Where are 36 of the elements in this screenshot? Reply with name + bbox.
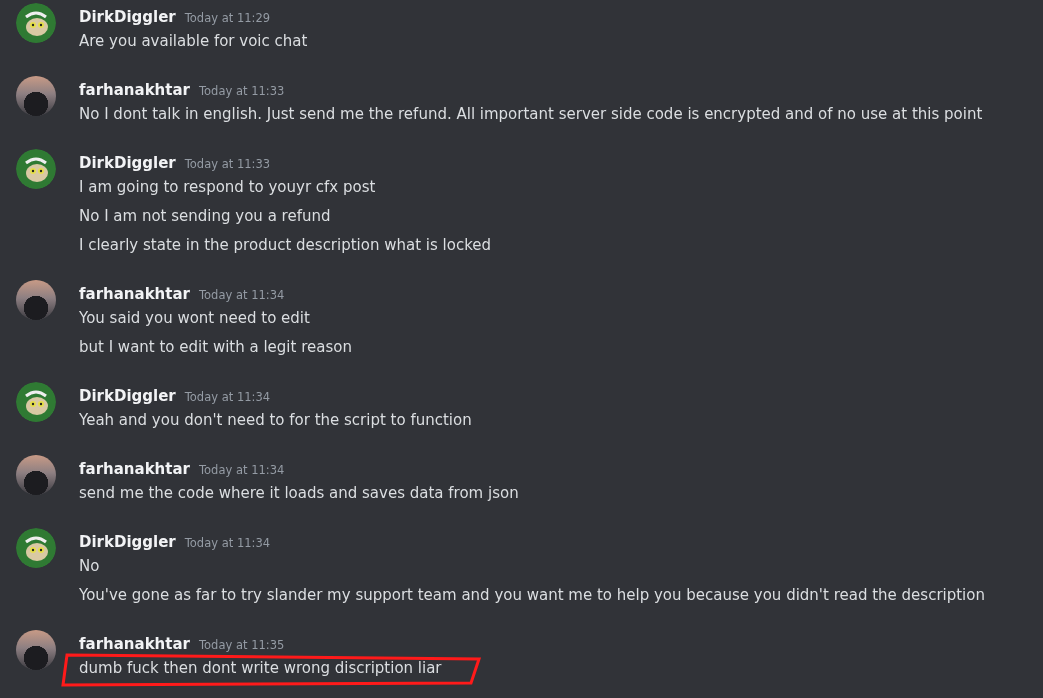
message-text: No I dont talk in english. Just send me the refund. All important server side code is encrypted and of no use at this point — [79, 105, 983, 123]
message-text: Yeah and you don't need to for the script to function — [79, 411, 472, 429]
timestamp: Today at 11:34 — [184, 535, 271, 552]
timestamp: Today at 11:34 — [199, 462, 285, 479]
username[interactable]: farhanakhtar — [79, 283, 190, 305]
username[interactable]: DirkDiggler — [79, 6, 176, 28]
timestamp: Today at 11:29 — [184, 10, 271, 27]
message-text: I am going to respond to youyr cfx post — [79, 178, 376, 196]
monkey-avatar-icon — [16, 528, 56, 568]
monkey-avatar-icon — [16, 382, 56, 422]
avatar-photo — [16, 76, 56, 116]
timestamp: Today at 11:35 — [199, 637, 285, 654]
message-text: No I am not sending you a refund — [79, 207, 331, 225]
message-text: send me the code where it loads and saves data from json — [79, 484, 519, 502]
message-text: You said you wont need to edit — [79, 309, 310, 327]
message-text: I clearly state in the product description what is locked — [79, 236, 492, 254]
timestamp: Today at 11:33 — [199, 83, 285, 100]
timestamp: Today at 11:34 — [199, 287, 285, 304]
username[interactable]: farhanakhtar — [79, 458, 190, 480]
avatar-photo — [16, 280, 56, 320]
message-text: Are you available for voic chat — [79, 32, 308, 50]
username[interactable]: DirkDiggler — [79, 152, 176, 174]
avatar-photo — [16, 630, 56, 670]
username[interactable]: farhanakhtar — [79, 79, 190, 101]
message-text: You've gone as far to try slander my support team and you want me to help you because you didn't read the description — [79, 586, 985, 604]
message-text: dumb fuck then dont write wrong discription liar — [79, 659, 442, 677]
username[interactable]: DirkDiggler — [79, 385, 176, 407]
timestamp: Today at 11:34 — [184, 389, 271, 406]
monkey-avatar-icon — [16, 3, 56, 43]
message-text: but I want to edit with a legit reason — [79, 338, 352, 356]
message-text: No — [79, 557, 100, 575]
timestamp: Today at 11:33 — [184, 156, 271, 173]
username[interactable]: farhanakhtar — [79, 633, 190, 655]
avatar-photo — [16, 455, 56, 495]
username[interactable]: DirkDiggler — [79, 531, 176, 553]
monkey-avatar-icon — [16, 149, 56, 189]
